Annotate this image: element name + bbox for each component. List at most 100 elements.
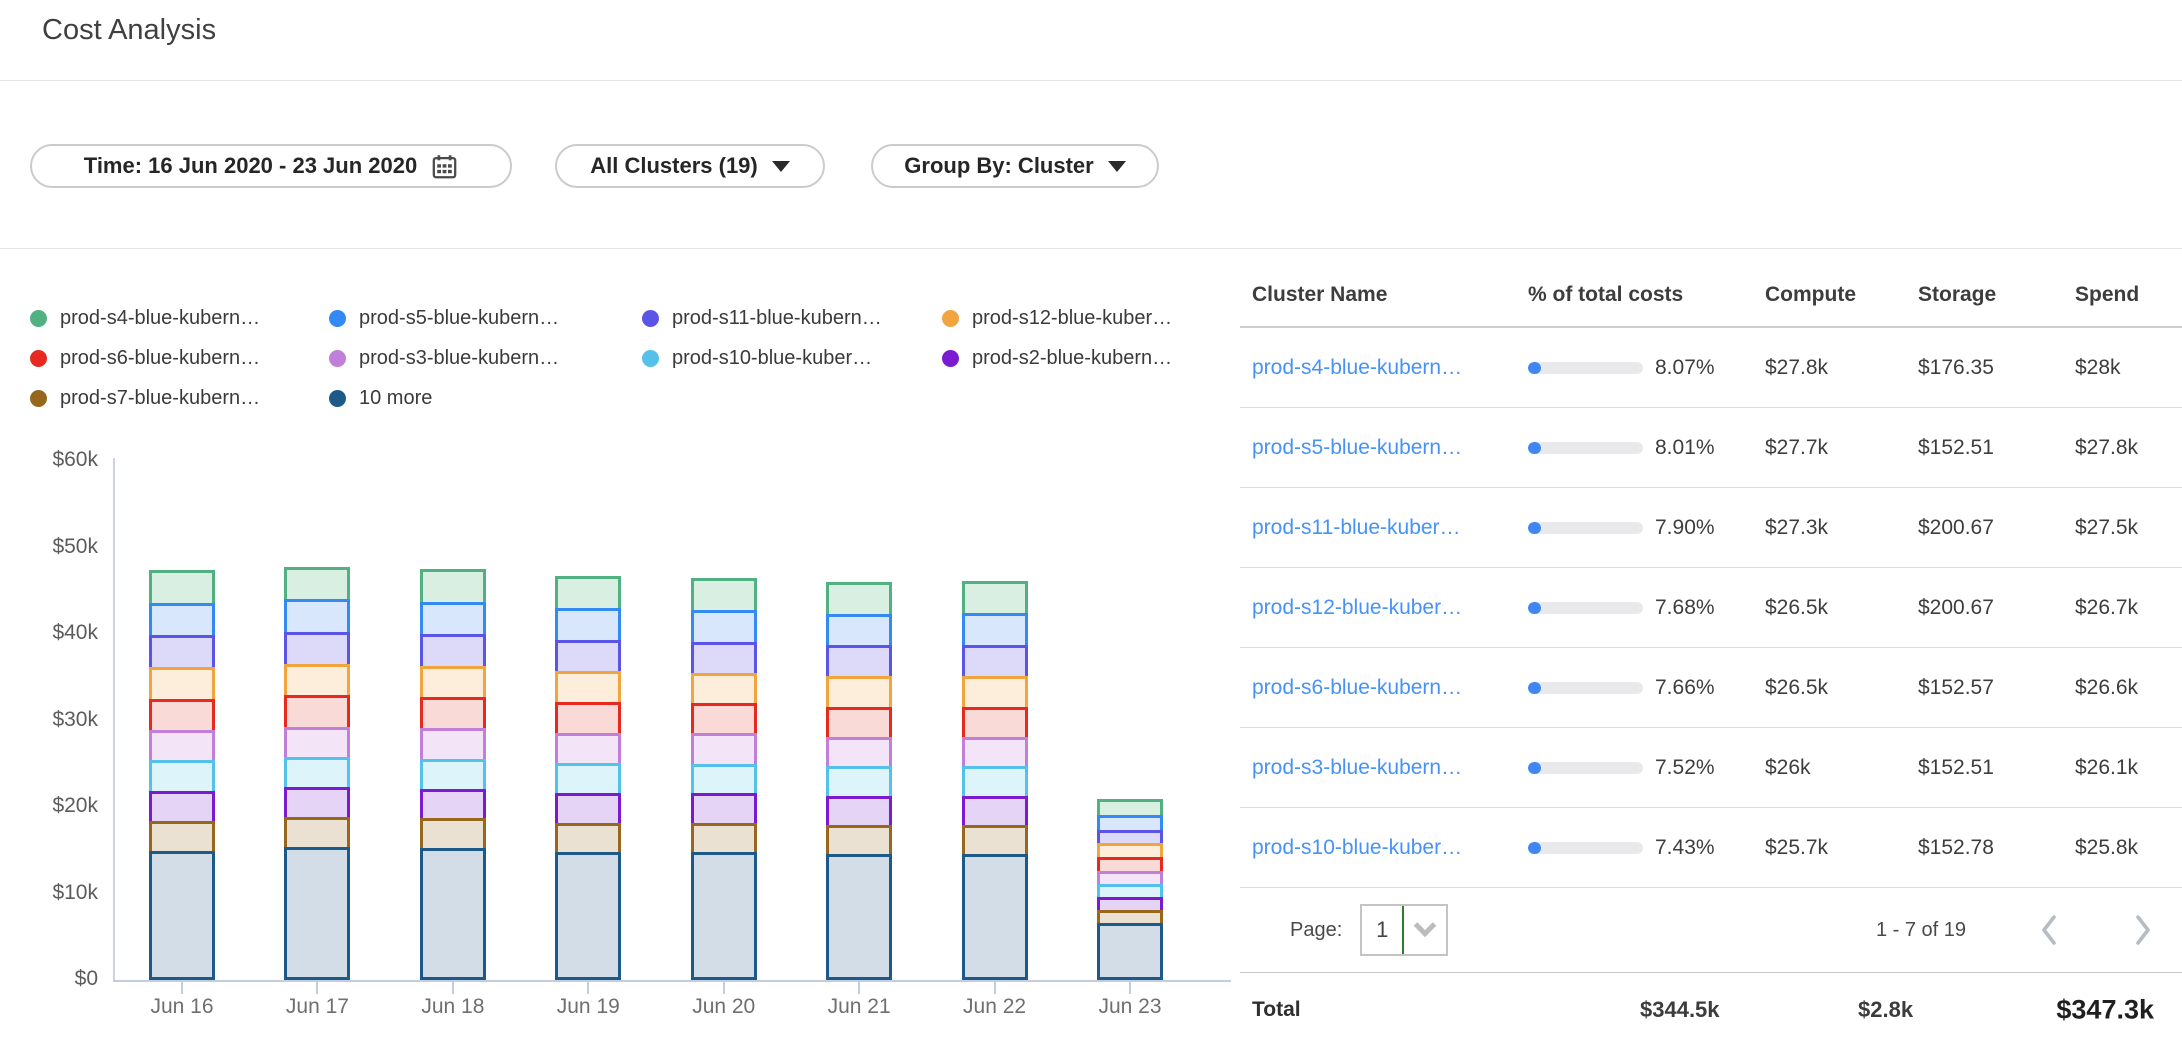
bar-segment[interactable] <box>962 737 1028 769</box>
bar-segment[interactable] <box>826 676 892 709</box>
bar-segment[interactable] <box>149 730 215 763</box>
pct-value: 7.68% <box>1655 596 1715 620</box>
cluster-name-link[interactable]: prod-s4-blue-kubern… <box>1252 356 1528 380</box>
bar-segment[interactable] <box>1097 923 1163 980</box>
pct-value: 7.66% <box>1655 676 1715 700</box>
bar-segment[interactable] <box>555 793 621 825</box>
bar-segment[interactable] <box>826 707 892 740</box>
bar-segment[interactable] <box>149 699 215 733</box>
page-range: 1 - 7 of 19 <box>1876 919 1966 942</box>
y-axis-tick-label: $50k <box>14 535 98 559</box>
bar-segment[interactable] <box>420 697 486 731</box>
compute-value: $26k <box>1765 756 1918 780</box>
bar-segment[interactable] <box>691 733 757 766</box>
next-page-button[interactable] <box>2132 912 2154 948</box>
bar-segment[interactable] <box>284 727 350 760</box>
compute-value: $27.8k <box>1765 356 1918 380</box>
bar-segment[interactable] <box>420 728 486 761</box>
bar-segment[interactable] <box>691 673 757 706</box>
bar-segment[interactable] <box>962 766 1028 798</box>
bar-segment[interactable] <box>826 796 892 828</box>
bar-segment[interactable] <box>962 825 1028 857</box>
cluster-name-link[interactable]: prod-s11-blue-kuber… <box>1252 516 1528 540</box>
bar-segment[interactable] <box>962 796 1028 828</box>
bar-segment[interactable] <box>826 614 892 648</box>
bar-segment[interactable] <box>962 676 1028 709</box>
x-axis-tick <box>181 982 183 994</box>
spend-value: $26.1k <box>2075 756 2182 780</box>
cluster-name-link[interactable]: prod-s3-blue-kubern… <box>1252 756 1528 780</box>
bar-segment[interactable] <box>284 599 350 635</box>
bar-segment[interactable] <box>420 569 486 605</box>
bar-segment[interactable] <box>149 851 215 980</box>
bar-segment[interactable] <box>826 825 892 857</box>
bar-segment[interactable] <box>555 823 621 855</box>
bar-segment[interactable] <box>691 852 757 980</box>
bar-segment[interactable] <box>284 847 350 980</box>
bar-segment[interactable] <box>555 671 621 705</box>
bar-segment[interactable] <box>691 764 757 796</box>
bar-segment[interactable] <box>149 635 215 670</box>
bar-segment[interactable] <box>284 632 350 667</box>
pct-progress-fill <box>1528 602 1541 614</box>
bar-segment[interactable] <box>555 733 621 766</box>
stacked-bar-chart: $60k$50k$40k$30k$20k$10k$0Jun 16Jun 17Ju… <box>0 0 1245 1052</box>
cluster-name-link[interactable]: prod-s10-blue-kuber… <box>1252 836 1528 860</box>
bar-segment[interactable] <box>555 608 621 643</box>
bar-segment[interactable] <box>691 578 757 613</box>
bar-segment[interactable] <box>149 821 215 854</box>
bar-segment[interactable] <box>962 645 1028 679</box>
total-compute: $344.5k <box>1640 997 1720 1023</box>
bar-segment[interactable] <box>420 602 486 637</box>
bar-segment[interactable] <box>555 640 621 674</box>
bar-segment[interactable] <box>284 817 350 849</box>
bar-segment[interactable] <box>420 848 486 980</box>
bar-segment[interactable] <box>555 852 621 980</box>
bar-segment[interactable] <box>149 603 215 638</box>
bar-segment[interactable] <box>826 582 892 617</box>
bar-segment[interactable] <box>420 759 486 792</box>
bar-segment[interactable] <box>691 703 757 736</box>
cluster-name-link[interactable]: prod-s6-blue-kubern… <box>1252 676 1528 700</box>
bar-segment[interactable] <box>149 760 215 793</box>
page-select[interactable]: 1 <box>1360 904 1448 956</box>
x-axis-tick <box>452 982 454 994</box>
pct-value: 7.43% <box>1655 836 1715 860</box>
bar-segment[interactable] <box>962 581 1028 616</box>
bar-segment[interactable] <box>149 791 215 824</box>
bar-segment[interactable] <box>555 763 621 796</box>
bar-segment[interactable] <box>284 787 350 820</box>
bar-segment[interactable] <box>149 667 215 702</box>
bar-segment[interactable] <box>826 737 892 769</box>
cluster-name-link[interactable]: prod-s5-blue-kubern… <box>1252 436 1528 460</box>
bar-segment[interactable] <box>149 570 215 606</box>
y-axis-tick-label: $60k <box>14 448 98 472</box>
pct-cell: 8.07% <box>1528 356 1765 380</box>
bar-segment[interactable] <box>691 642 757 676</box>
bar-segment[interactable] <box>962 707 1028 740</box>
bar-segment[interactable] <box>555 702 621 735</box>
bar-segment[interactable] <box>420 634 486 669</box>
x-axis-tick-label: Jun 19 <box>528 995 648 1019</box>
bar-segment[interactable] <box>691 793 757 825</box>
prev-page-button[interactable] <box>2038 912 2060 948</box>
bar-segment[interactable] <box>691 610 757 645</box>
bar-segment[interactable] <box>420 666 486 700</box>
bar-segment[interactable] <box>420 818 486 850</box>
bar-segment[interactable] <box>826 645 892 679</box>
bar-segment[interactable] <box>284 757 350 790</box>
bar-segment[interactable] <box>420 789 486 821</box>
bar-segment[interactable] <box>691 823 757 855</box>
storage-value: $200.67 <box>1918 596 2075 620</box>
y-axis-line <box>113 458 115 982</box>
bar-segment[interactable] <box>284 695 350 729</box>
bar-segment[interactable] <box>555 576 621 611</box>
cluster-name-link[interactable]: prod-s12-blue-kuber… <box>1252 596 1528 620</box>
bar-segment[interactable] <box>826 854 892 980</box>
bar-segment[interactable] <box>284 664 350 698</box>
bar-segment[interactable] <box>826 766 892 798</box>
bar-segment[interactable] <box>284 567 350 603</box>
bar-segment[interactable] <box>962 854 1028 980</box>
bar-segment[interactable] <box>962 613 1028 648</box>
page-label: Page: <box>1290 919 1342 942</box>
